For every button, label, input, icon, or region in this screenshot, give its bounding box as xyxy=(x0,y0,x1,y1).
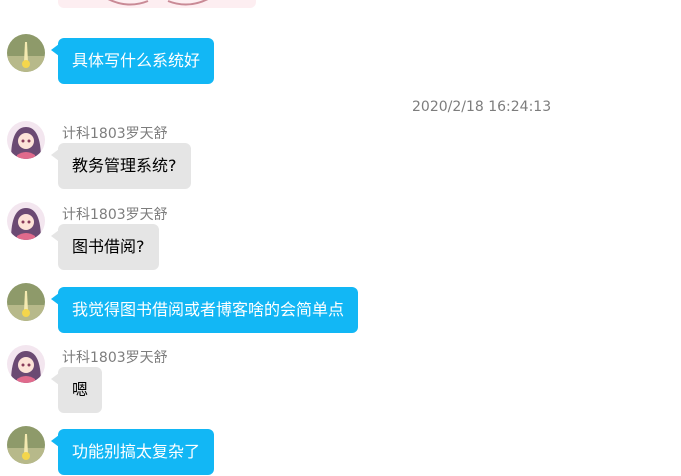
message-bubble[interactable]: 教务管理系统? xyxy=(51,143,191,189)
message-bubble[interactable]: 我觉得图书借阅或者博客啥的会简单点 xyxy=(50,287,359,333)
contact-avatar[interactable] xyxy=(7,345,45,383)
self-avatar[interactable] xyxy=(7,426,45,464)
self-avatar[interactable] xyxy=(7,34,45,72)
message-bubble[interactable]: 图书借阅? xyxy=(51,224,159,270)
sticker-image-partial[interactable] xyxy=(58,0,256,8)
self-avatar[interactable] xyxy=(7,283,45,321)
sender-name: 计科1803罗天舒 xyxy=(62,350,168,366)
contact-avatar[interactable] xyxy=(7,202,45,240)
message-bubble[interactable]: 嗯 xyxy=(50,367,103,413)
message-bubble[interactable]: 功能别搞太复杂了 xyxy=(50,429,215,475)
message-timestamp: 2020/2/18 16:24:13 xyxy=(412,99,552,115)
message-bubble[interactable]: 具体写什么系统好 xyxy=(50,38,215,84)
sender-name: 计科1803罗天舒 xyxy=(62,126,168,142)
contact-avatar[interactable] xyxy=(7,121,45,159)
sender-name: 计科1803罗天舒 xyxy=(62,207,168,223)
